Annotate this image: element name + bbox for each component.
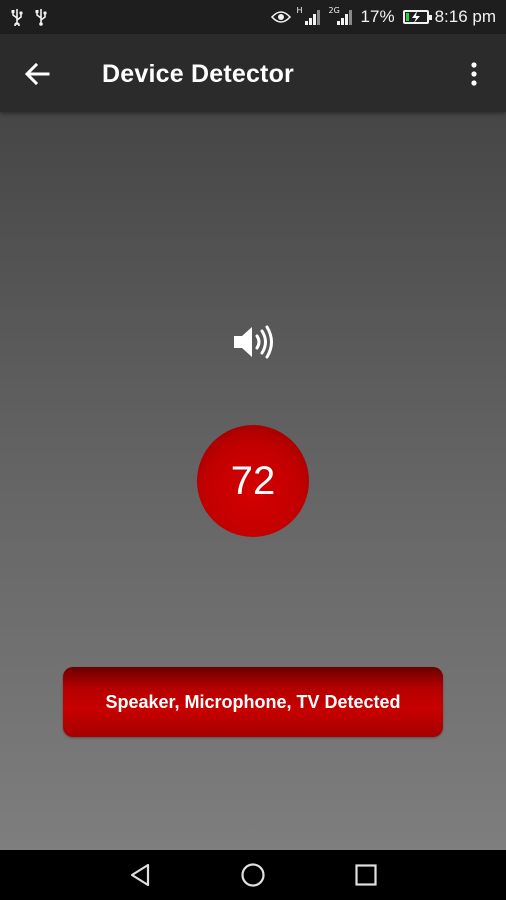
status-right-icons: H 2G 17% 8:16 pm (270, 6, 496, 27)
usb-icon (10, 8, 24, 26)
back-button[interactable] (22, 58, 54, 90)
detection-result-button[interactable]: Speaker, Microphone, TV Detected (63, 667, 443, 737)
navigation-bar (0, 850, 506, 900)
detector-panel: 72 Speaker, Microphone, TV Detected (0, 112, 506, 850)
charging-bolt-icon (411, 11, 420, 23)
clock: 8:16 pm (434, 7, 496, 26)
signal-icon: H (297, 6, 323, 26)
usb-icon (34, 8, 48, 26)
overflow-menu-button[interactable] (462, 58, 486, 90)
back-triangle-icon (130, 863, 150, 887)
nav-back-button[interactable] (126, 861, 154, 889)
page-title: Device Detector (102, 60, 294, 88)
app-bar: Device Detector (0, 34, 506, 112)
speaker-icon (232, 324, 276, 360)
signal-level-indicator: 72 (197, 425, 309, 537)
arrow-left-icon (24, 62, 50, 86)
signal-icon: 2G (329, 6, 355, 26)
nav-recents-button[interactable] (352, 861, 380, 889)
battery-percent: 17% (360, 7, 395, 26)
home-circle-icon (241, 863, 265, 887)
battery-icon (402, 10, 432, 24)
status-bar: H 2G 17% 8:16 pm (0, 0, 506, 34)
battery-fill (405, 13, 409, 21)
nav-home-button[interactable] (239, 861, 267, 889)
status-left-icons (10, 8, 48, 26)
recents-square-icon (355, 864, 377, 886)
eye-icon (270, 10, 291, 24)
overflow-menu-icon (471, 62, 477, 86)
